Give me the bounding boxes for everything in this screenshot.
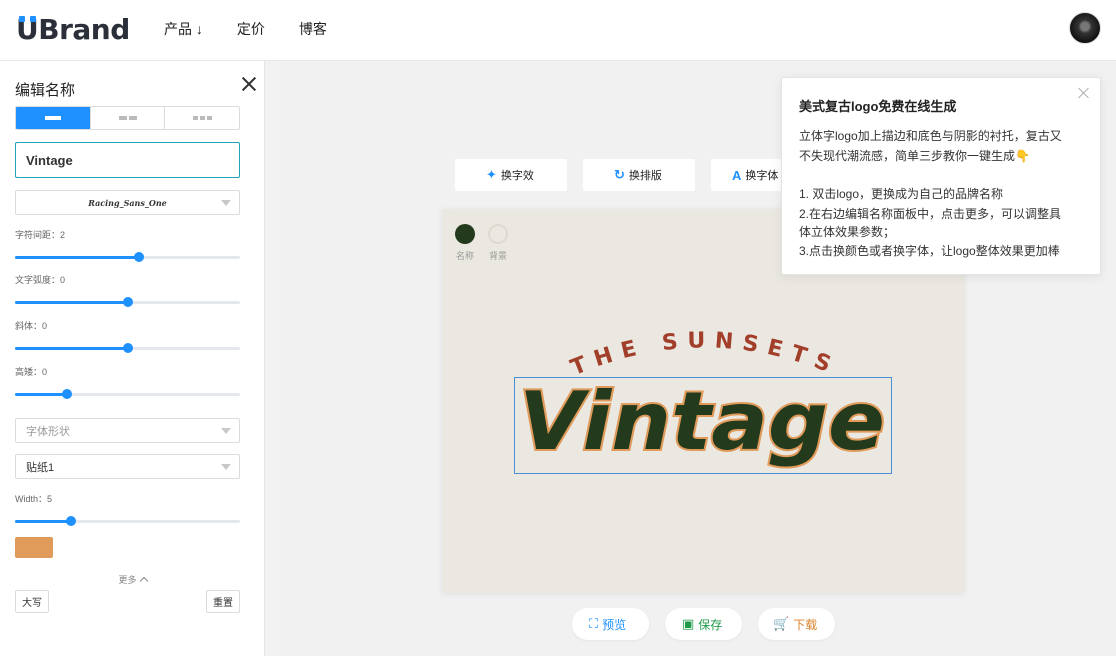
more-label: 更多 [118,575,137,585]
chevron-down-icon [221,200,231,206]
sticker-select-value: 贴纸1 [26,461,55,474]
popup-text-line: 不失现代潮流感，简单三步教你一键生成👇 [799,149,1030,163]
close-icon[interactable] [240,75,258,93]
font-select-value: Racing_Sans_One [88,197,167,208]
letter-spacing-label: 字符间距：2 [15,230,66,240]
width-slider[interactable] [15,516,240,526]
arc-label: 文字弧度：0 [15,275,66,285]
logo-arc-text[interactable]: THE SUNSETS [567,328,842,381]
popup-text-line: 立体字logo加上描边和底色与阴影的衬托，复古又 [799,129,1062,143]
stroke-color-swatch[interactable] [15,537,53,558]
text-style-segmented-control [15,106,240,130]
reset-button[interactable]: 重置 [206,590,240,613]
segment-bar-icon [192,116,212,120]
preview-button[interactable]: ⛶ 预览 [572,608,649,640]
selection-box [514,377,892,474]
segment-style-2[interactable] [91,107,166,129]
width-label: Width：5 [15,494,53,504]
height-label: 高矮：0 [15,367,48,377]
chevron-down-icon [221,428,231,434]
popup-step-3: 3.点击换颜色或者换字体，让logo整体效果更加棒 [799,244,1060,258]
more-toggle[interactable]: 更多 [0,573,265,586]
user-avatar[interactable] [1069,12,1101,44]
download-button[interactable]: 🛒 下载 [758,608,835,640]
sticker-select[interactable]: 贴纸1 [15,454,240,479]
segment-style-1[interactable] [16,107,91,129]
nav-products[interactable]: 产品 ↓ [164,19,203,39]
save-button[interactable]: ▣ 保存 [665,608,742,640]
refresh-icon: ↻ [614,167,625,182]
segment-bar-icon [118,116,137,120]
slider-handle[interactable] [66,516,77,526]
popup-step-1: 1. 双击logo，更换成为自己的品牌名称 [799,187,1004,201]
change-effect-button[interactable]: ✦ 换字效 [455,159,567,191]
arc-slider[interactable] [15,297,240,307]
name-text-input[interactable] [15,142,240,178]
slider-handle[interactable] [61,389,72,399]
download-label: 下载 [793,617,818,632]
change-font-label: 换字体 [745,170,779,182]
font-shape-placeholder: 字体形状 [26,425,70,438]
font-shape-select[interactable]: 字体形状 [15,418,240,443]
popup-title: 美式复古logo免费在线生成 [799,99,957,114]
effect-icon: ✦ [486,167,497,182]
close-icon[interactable] [1077,86,1091,100]
popup-step-2: 2.在右边编辑名称面板中，点击更多，可以调整具 [799,207,1062,221]
letter-spacing-slider[interactable] [15,252,240,262]
expand-icon: ⛶ [589,616,599,631]
preview-label: 预览 [602,617,627,632]
change-layout-button[interactable]: ↻ 换排版 [583,159,695,191]
segment-bar-icon [44,116,61,120]
change-effect-label: 换字效 [500,170,534,182]
italic-label: 斜体：0 [15,321,48,331]
chevron-up-icon [139,576,148,586]
popup-step-2-cont: 体立体效果参数； [799,225,896,239]
panel-title: 编辑名称 [15,82,76,99]
cart-icon: 🛒 [773,616,790,631]
tips-popup: 美式复古logo免费在线生成 立体字logo加上描边和底色与阴影的衬托，复古又 … [781,77,1101,275]
segment-style-3[interactable] [165,107,239,129]
uppercase-button[interactable]: 大写 [15,590,49,613]
chevron-down-icon [221,464,231,470]
nav-pricing[interactable]: 定价 [237,19,265,39]
change-font-button[interactable]: A 换字体 [711,159,791,191]
main-nav: 产品 ↓ 定价 博客 [164,19,327,39]
logo-letter-u: U [16,12,39,46]
nav-blog[interactable]: 博客 [299,19,327,39]
top-navbar: U Brand 产品 ↓ 定价 博客 [0,0,1116,61]
slider-handle[interactable] [133,252,144,262]
logo-text: Brand [38,12,130,46]
save-label: 保存 [698,617,723,632]
edit-name-panel: 编辑名称 Racing_Sans_One 字符间距：2 文字弧度：0 斜体：0 … [0,61,265,656]
italic-slider[interactable] [15,343,240,353]
slider-handle[interactable] [122,297,133,307]
slider-handle[interactable] [122,343,133,353]
save-icon: ▣ [682,616,695,631]
font-icon: A [732,167,742,183]
change-layout-label: 换排版 [628,170,662,182]
font-select[interactable]: Racing_Sans_One [15,190,240,215]
ubrand-logo[interactable]: U Brand [16,12,130,46]
height-slider[interactable] [15,389,240,399]
